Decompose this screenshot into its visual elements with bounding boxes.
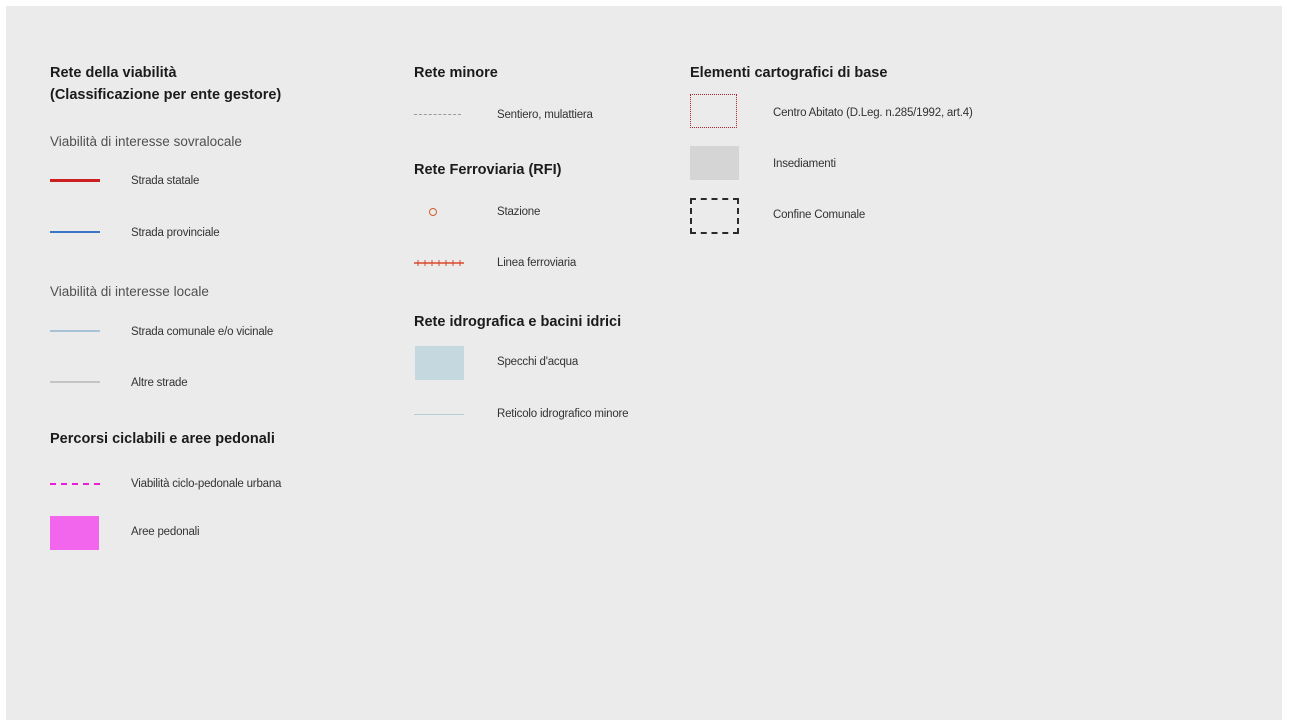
insediamenti-symbol [690, 146, 739, 180]
altre-strade-label: Altre strade [131, 377, 188, 389]
ciclo-pedonale-symbol [50, 483, 100, 485]
heading-rete-idrografica: Rete idrografica e bacini idrici [414, 314, 622, 330]
strada-provinciale-label: Strada provinciale [131, 227, 220, 239]
heading-rete-ferroviaria: Rete Ferroviaria (RFI) [414, 162, 562, 178]
legend-panel: Rete della viabilità (Classificazione pe… [6, 6, 1282, 720]
heading-classificazione: (Classificazione per ente gestore) [50, 87, 282, 103]
specchi-acqua-symbol [415, 346, 464, 380]
stazione-symbol [429, 208, 437, 216]
heading-percorsi-ciclabili: Percorsi ciclabili e aree pedonali [50, 431, 275, 447]
aree-pedonali-symbol [50, 516, 99, 550]
linea-ferroviaria-symbol [414, 260, 464, 266]
insediamenti-label: Insediamenti [773, 158, 836, 170]
specchi-acqua-label: Specchi d'acqua [497, 356, 579, 368]
heading-elementi-cartografici: Elementi cartografici di base [690, 65, 888, 81]
centro-abitato-symbol [690, 94, 737, 128]
centro-abitato-label: Centro Abitato (D.Leg. n.285/1992, art.4… [773, 107, 973, 119]
strada-comunale-label: Strada comunale e/o vicinale [131, 326, 274, 338]
strada-statale-label: Strada statale [131, 175, 200, 187]
reticolo-symbol [414, 414, 464, 415]
stazione-label: Stazione [497, 206, 541, 218]
heading-rete-viabilita: Rete della viabilità [50, 65, 177, 81]
sentiero-label: Sentiero, mulattiera [497, 109, 593, 121]
reticolo-label: Reticolo idrografico minore [497, 408, 629, 420]
group-locale: Viabilità di interesse locale [50, 284, 209, 299]
sentiero-symbol [414, 114, 461, 115]
heading-rete-minore: Rete minore [414, 65, 498, 81]
strada-comunale-symbol [50, 330, 100, 332]
strada-statale-symbol [50, 179, 100, 182]
group-sovralocale: Viabilità di interesse sovralocale [50, 134, 242, 149]
confine-comunale-label: Confine Comunale [773, 209, 866, 221]
altre-strade-symbol [50, 381, 100, 383]
strada-provinciale-symbol [50, 231, 100, 233]
confine-comunale-symbol [690, 198, 739, 234]
ciclo-pedonale-label: Viabilità ciclo-pedonale urbana [131, 478, 282, 490]
aree-pedonali-label: Aree pedonali [131, 526, 200, 538]
linea-ferroviaria-label: Linea ferroviaria [497, 257, 577, 269]
